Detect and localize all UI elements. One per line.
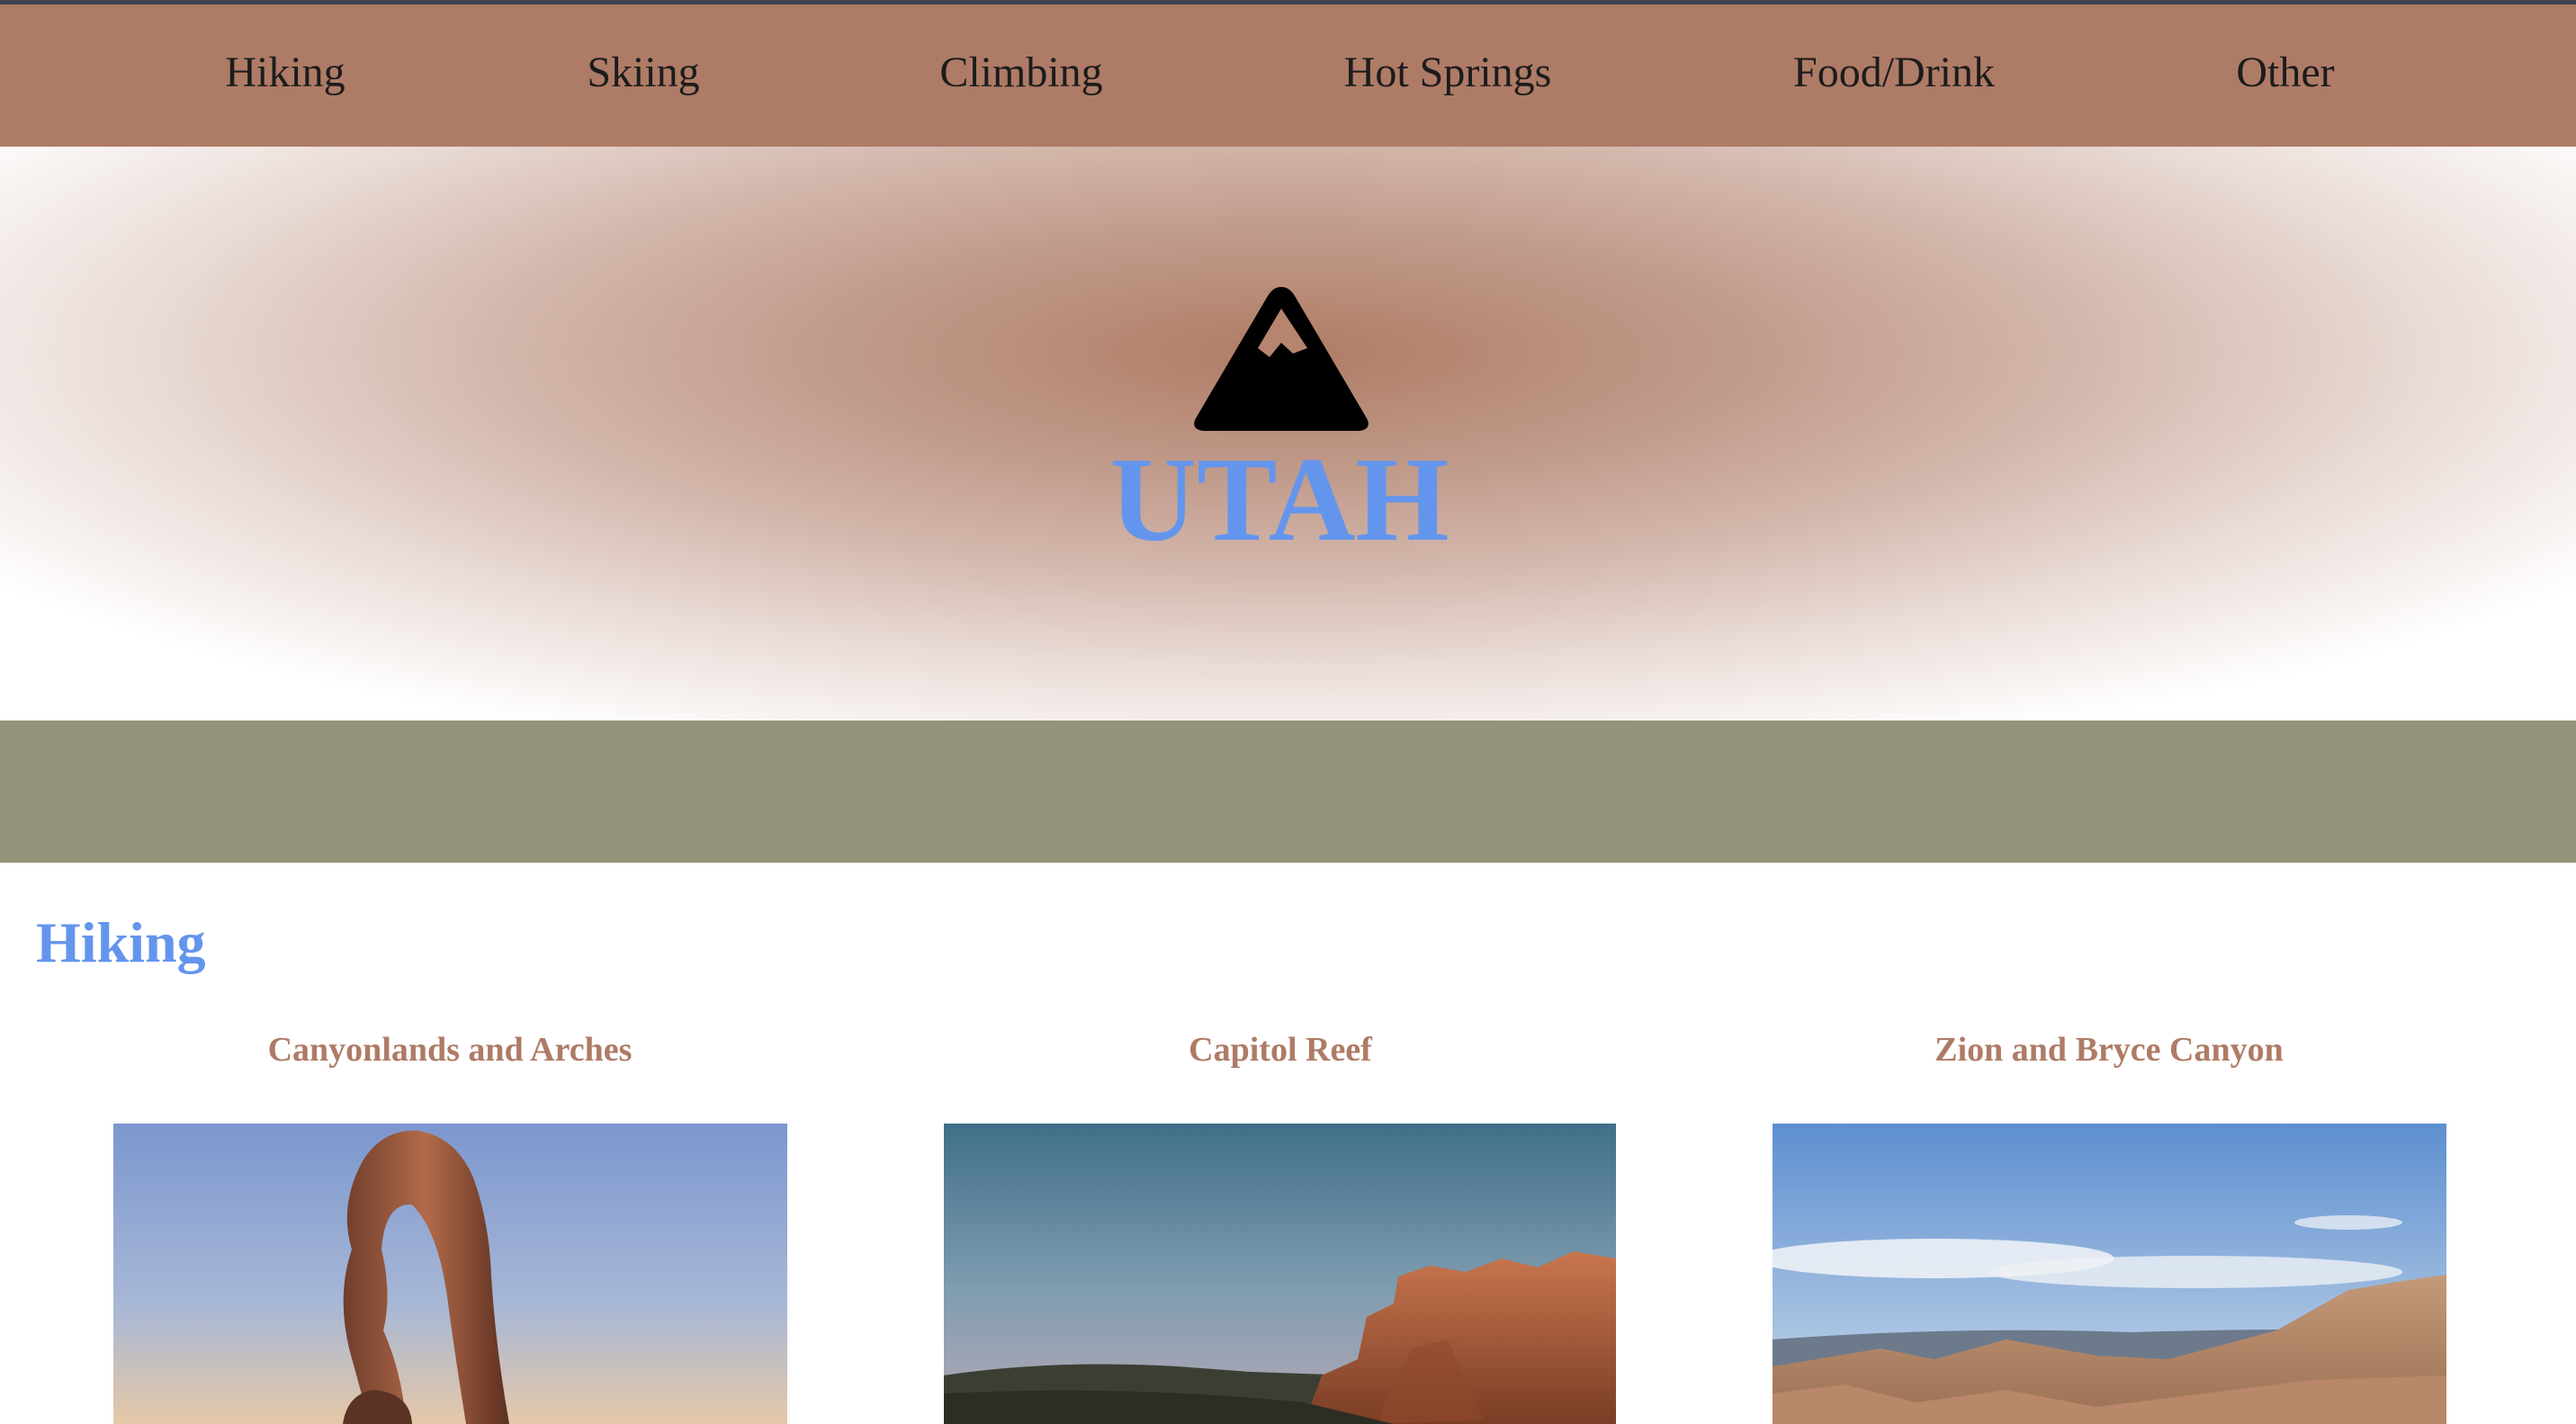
card-title-canyonlands-arches: Canyonlands and Arches: [267, 1031, 633, 1069]
nav-link-skiing[interactable]: Skiing: [587, 48, 699, 97]
card-title-capitol-reef: Capitol Reef: [1189, 1031, 1372, 1069]
page-title: UTAH: [1109, 433, 1450, 566]
top-navigation-bar: Hiking Skiing Climbing Hot Springs Food/…: [0, 4, 2576, 147]
bryce-canyon-hoodoos-photo[interactable]: [1773, 1124, 2446, 1424]
nav-link-hiking[interactable]: Hiking: [225, 48, 345, 97]
nav-link-other[interactable]: Other: [2236, 48, 2334, 97]
nav-link-food-drink[interactable]: Food/Drink: [1793, 48, 1995, 97]
nav-link-hot-springs[interactable]: Hot Springs: [1344, 48, 1552, 97]
mountain-icon: [1194, 287, 1369, 431]
card-title-zion-bryce: Zion and Bryce Canyon: [1934, 1031, 2284, 1069]
capitol-reef-cliffs-photo[interactable]: [944, 1124, 1616, 1424]
green-divider-band: [0, 721, 2576, 863]
nav-link-climbing[interactable]: Climbing: [939, 48, 1102, 97]
delicate-arch-photo[interactable]: [113, 1124, 787, 1424]
section-heading-hiking: Hiking: [36, 910, 206, 974]
